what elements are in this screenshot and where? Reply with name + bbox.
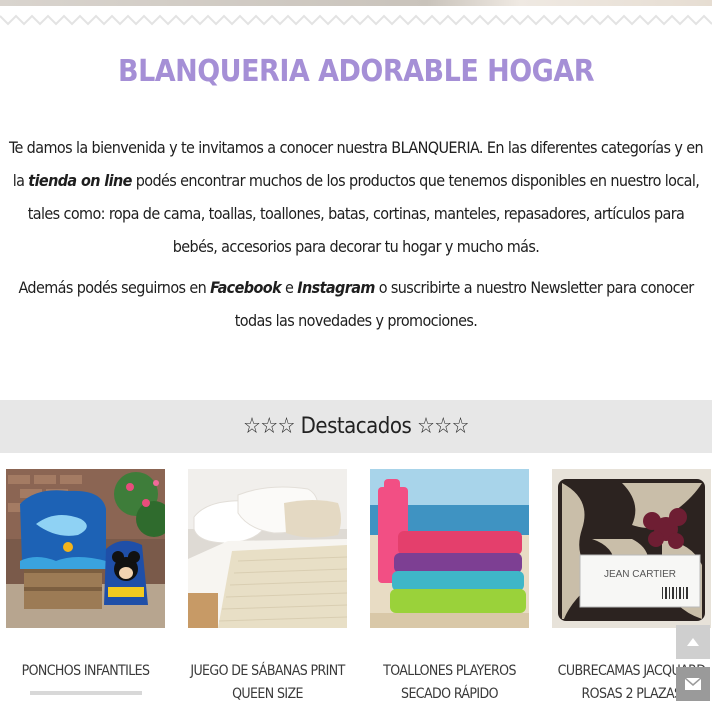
product-name[interactable]: JUEGO DE SÁBANAS PRINT QUEEN SIZE <box>188 660 347 706</box>
intro-text: Te damos la bienvenida y te invitamos a … <box>4 131 708 345</box>
envelope-icon <box>685 678 701 690</box>
product-image-toallones[interactable] <box>370 469 529 628</box>
online-store-link[interactable]: tienda on line <box>28 171 132 190</box>
featured-heading: ☆☆☆ Destacados ☆☆☆ <box>243 414 469 439</box>
scroll-to-top-button[interactable] <box>676 625 710 659</box>
newsletter-button[interactable] <box>676 667 710 701</box>
facebook-link[interactable]: Facebook <box>210 278 281 297</box>
product-image-ponchos[interactable] <box>6 469 165 628</box>
product-image-sabanas[interactable] <box>188 469 347 628</box>
product-name[interactable]: PONCHOS INFANTILES <box>6 660 165 683</box>
intro-text-segment: Además podés seguirnos en <box>18 278 211 297</box>
product-card[interactable]: PONCHOS INFANTILES <box>6 469 165 695</box>
intro-paragraph-1: Te damos la bienvenida y te invitamos a … <box>4 131 708 263</box>
chevron-up-icon <box>687 638 699 646</box>
intro-text-segment: e <box>281 278 298 297</box>
header-image-strip <box>0 0 712 6</box>
product-card[interactable]: JUEGO DE SÁBANAS PRINT QUEEN SIZE <box>188 469 347 706</box>
product-card[interactable]: TOALLONES PLAYEROS SECADO RÁPIDO <box>370 469 529 706</box>
add-to-cart-button[interactable] <box>29 691 142 695</box>
featured-heading-band: ☆☆☆ Destacados ☆☆☆ <box>0 400 712 453</box>
product-name[interactable]: TOALLONES PLAYEROS SECADO RÁPIDO <box>370 660 529 706</box>
page-title: BLANQUERIA ADORABLE HOGAR <box>118 54 595 89</box>
product-image-cubrecamas[interactable]: JEAN CARTIER <box>552 469 711 628</box>
intro-paragraph-2: Además podés seguirnos en Facebook e Ins… <box>4 271 708 337</box>
brand-label: JEAN CARTIER <box>604 569 676 580</box>
instagram-link[interactable]: Instagram <box>297 278 375 297</box>
product-carousel: PONCHOS INFANTILES JUEGO DE SÁBANAS PRIN… <box>6 469 712 708</box>
zigzag-divider <box>0 14 712 26</box>
